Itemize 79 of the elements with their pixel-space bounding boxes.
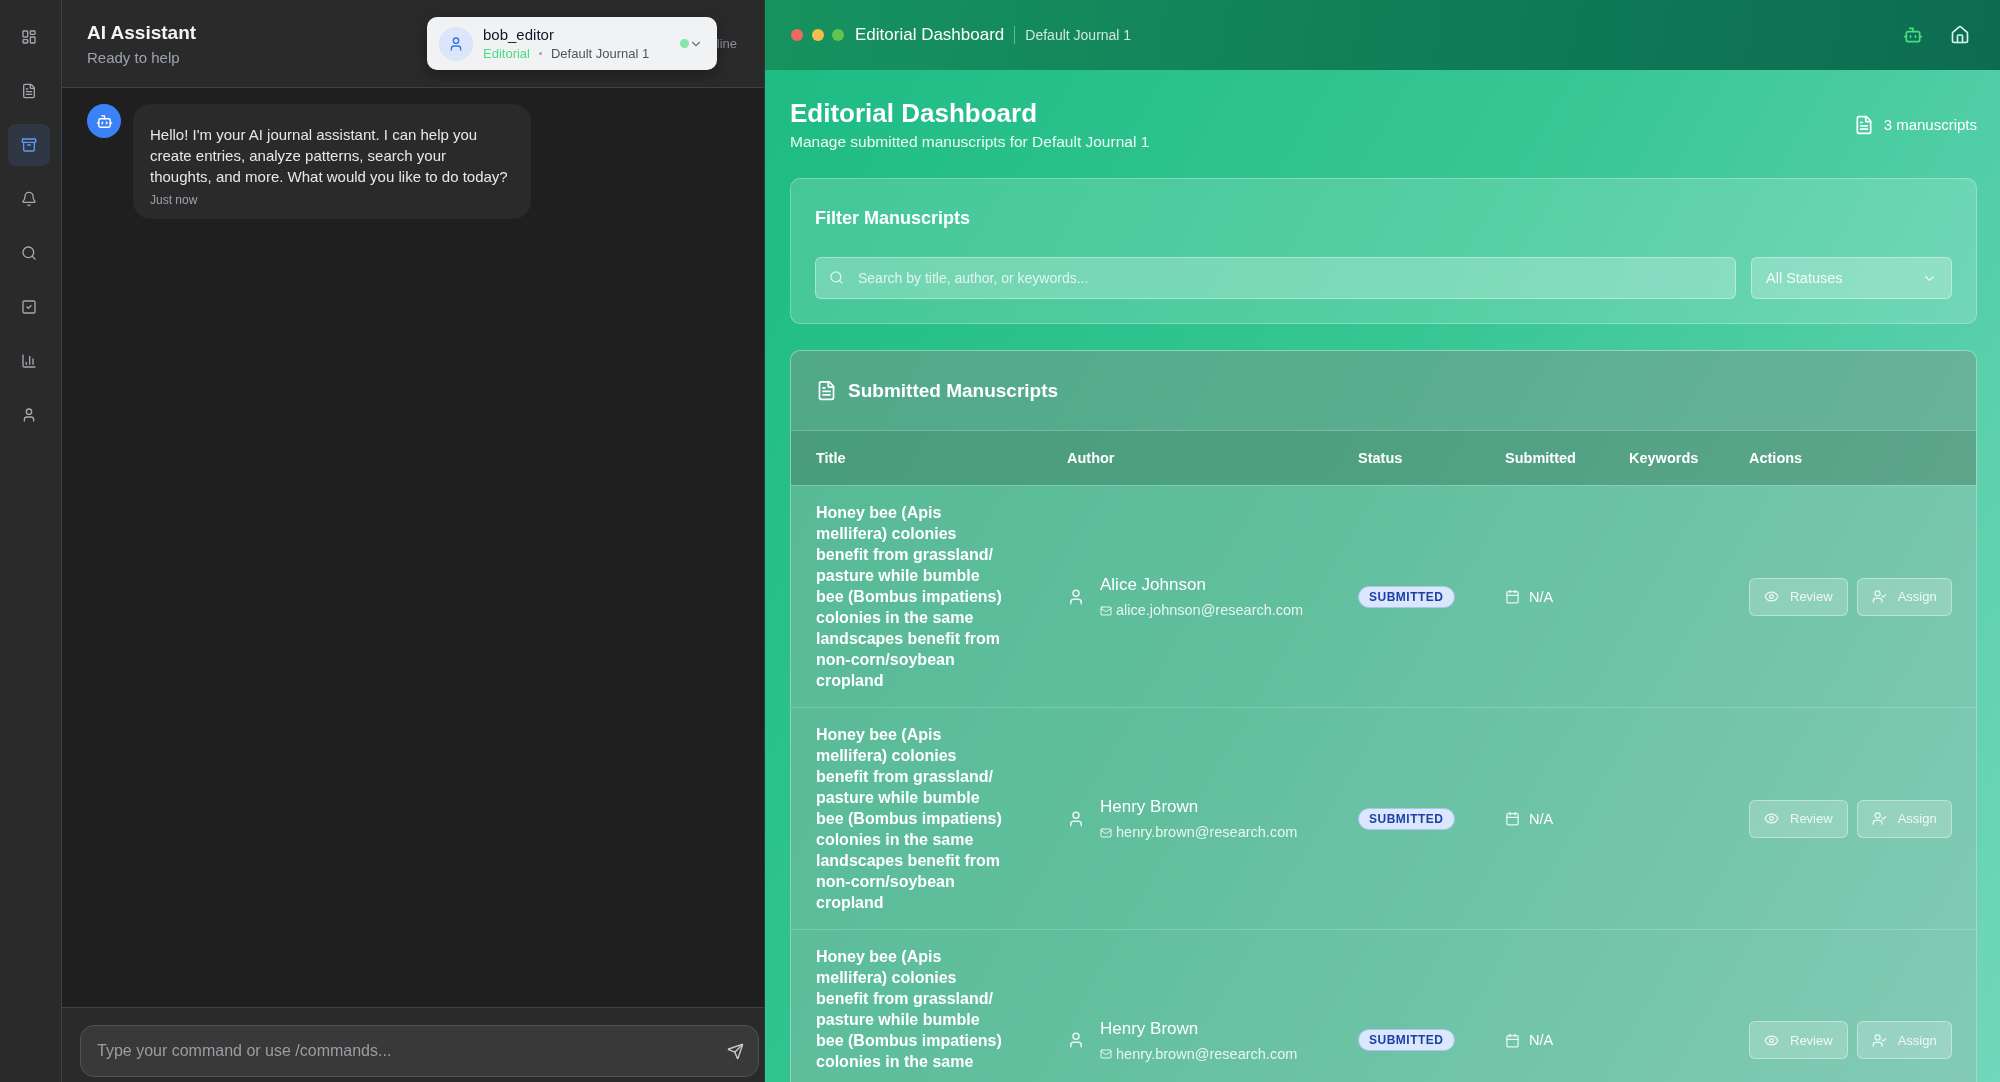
user-card[interactable]: bob_editor Editorial Default Journal 1 (427, 17, 717, 70)
window-minimize-icon[interactable] (811, 29, 824, 41)
author-email: henry.brown@research.com (1116, 1045, 1298, 1063)
eye-icon (1764, 811, 1779, 826)
filter-title: Filter Manuscripts (815, 207, 972, 229)
author-email: henry.brown@research.com (1116, 824, 1298, 841)
column-header: Actions (1749, 450, 1804, 466)
search-icon (829, 270, 844, 285)
column-header: Title (816, 450, 847, 466)
mail-icon (1100, 826, 1112, 839)
table-title: Submitted Manuscripts (848, 379, 1059, 402)
mail-icon (1100, 604, 1112, 617)
home-icon (1950, 25, 1970, 45)
review-button[interactable]: Review (1749, 577, 1848, 616)
status-badge: SUBMITTED (1358, 1029, 1455, 1051)
bell-icon (21, 191, 37, 207)
user-icon (21, 407, 37, 423)
assistant-subtitle: Ready to help (87, 47, 181, 67)
author-name: Henry Brown (1100, 1017, 1200, 1039)
submitted-date: N/A (1529, 810, 1554, 827)
manuscript-title: Honey bee (Apis mellifera) colonies benefit from grassland/pasture while bumble bee (Bombus impatiens) colonies in the same (816, 947, 1003, 1072)
search-icon (21, 245, 37, 261)
robot-icon (1903, 25, 1923, 45)
manuscript-title: Honey bee (Apis mellifera) colonies benefit from grassland/pasture while bumble bee (Bombus impatiens) colonies in the same landscapes benefit from non-corn/soybean cropland (816, 725, 1003, 913)
person-icon (1067, 1031, 1085, 1049)
manuscript-title: Honey bee (Apis mellifera) colonies benefit from grassland/pasture while bumble bee (Bombus impatiens) colonies in the same landscapes benefit from non-corn/soybean cropland (816, 503, 1003, 691)
person-icon (1067, 587, 1085, 606)
author-name: Alice Johnson (1100, 574, 1207, 595)
column-header: Author (1067, 450, 1116, 466)
author-email: alice.johnson@research.com (1116, 602, 1304, 619)
send-icon (726, 1042, 744, 1060)
assign-button[interactable]: Assign (1856, 577, 1952, 616)
calendar-icon (1505, 589, 1520, 604)
username: bob_editor (483, 25, 555, 44)
bar-chart-icon (21, 353, 37, 369)
user-avatar-icon (439, 26, 473, 61)
eye-icon (1764, 589, 1779, 604)
separator-dot-icon (538, 52, 542, 55)
manuscript-count: 3 manuscripts (1883, 116, 1977, 133)
calendar-icon (1505, 811, 1520, 826)
status-badge: SUBMITTED (1358, 807, 1455, 830)
command-input[interactable]: Type your command or use /commands... (80, 1025, 759, 1077)
review-button[interactable]: Review (1749, 799, 1848, 838)
status-select[interactable]: All Statuses (1751, 257, 1952, 299)
window-title: Editorial Dashboard (855, 25, 1005, 45)
message-time: Just now (150, 192, 199, 208)
column-header: Status (1358, 450, 1404, 466)
mail-icon (1100, 1048, 1112, 1060)
status-badge: SUBMITTED (1358, 585, 1455, 608)
dashboard-grid-icon (21, 29, 37, 45)
bot-avatar-icon (87, 104, 121, 138)
submitted-date: N/A (1529, 588, 1554, 605)
calendar-icon (1505, 1032, 1520, 1048)
status-text: line (716, 36, 737, 51)
eye-icon (1764, 1032, 1779, 1048)
search-field[interactable]: Search by title, author, or keywords... (815, 257, 1736, 299)
submitted-date: N/A (1529, 1032, 1554, 1048)
column-header: Keywords (1629, 450, 1700, 466)
checkbox-icon (21, 299, 37, 315)
assign-button[interactable]: Assign (1856, 799, 1952, 838)
assistant-title: AI Assistant (87, 20, 197, 44)
author-name: Henry Brown (1100, 796, 1200, 817)
archive-box-icon (21, 137, 37, 153)
review-button[interactable]: Review (1749, 1021, 1848, 1059)
page-title: Editorial Dashboard (790, 98, 1039, 128)
person-icon (1067, 809, 1085, 828)
page-subtitle: Manage submitted manuscripts for Default Journal 1 (790, 132, 1150, 151)
assign-button[interactable]: Assign (1856, 1021, 1952, 1059)
document-icon (816, 380, 837, 401)
sidebar-nav-button[interactable] (8, 124, 50, 166)
column-header: Submitted (1505, 450, 1577, 466)
message-text: Hello! I'm your AI journal assistant. I can help you create entries, analyze patterns, search your thoughts, and more. What would you like to do today? (150, 125, 509, 187)
user-check-icon (1871, 811, 1887, 826)
user-check-icon (1871, 1032, 1887, 1048)
document-icon (21, 83, 37, 99)
user-check-icon (1871, 589, 1887, 604)
role-label: Editorial (483, 45, 530, 62)
journal-label: Default Journal 1 (550, 45, 650, 62)
window-subtitle: Default Journal 1 (1025, 27, 1132, 43)
